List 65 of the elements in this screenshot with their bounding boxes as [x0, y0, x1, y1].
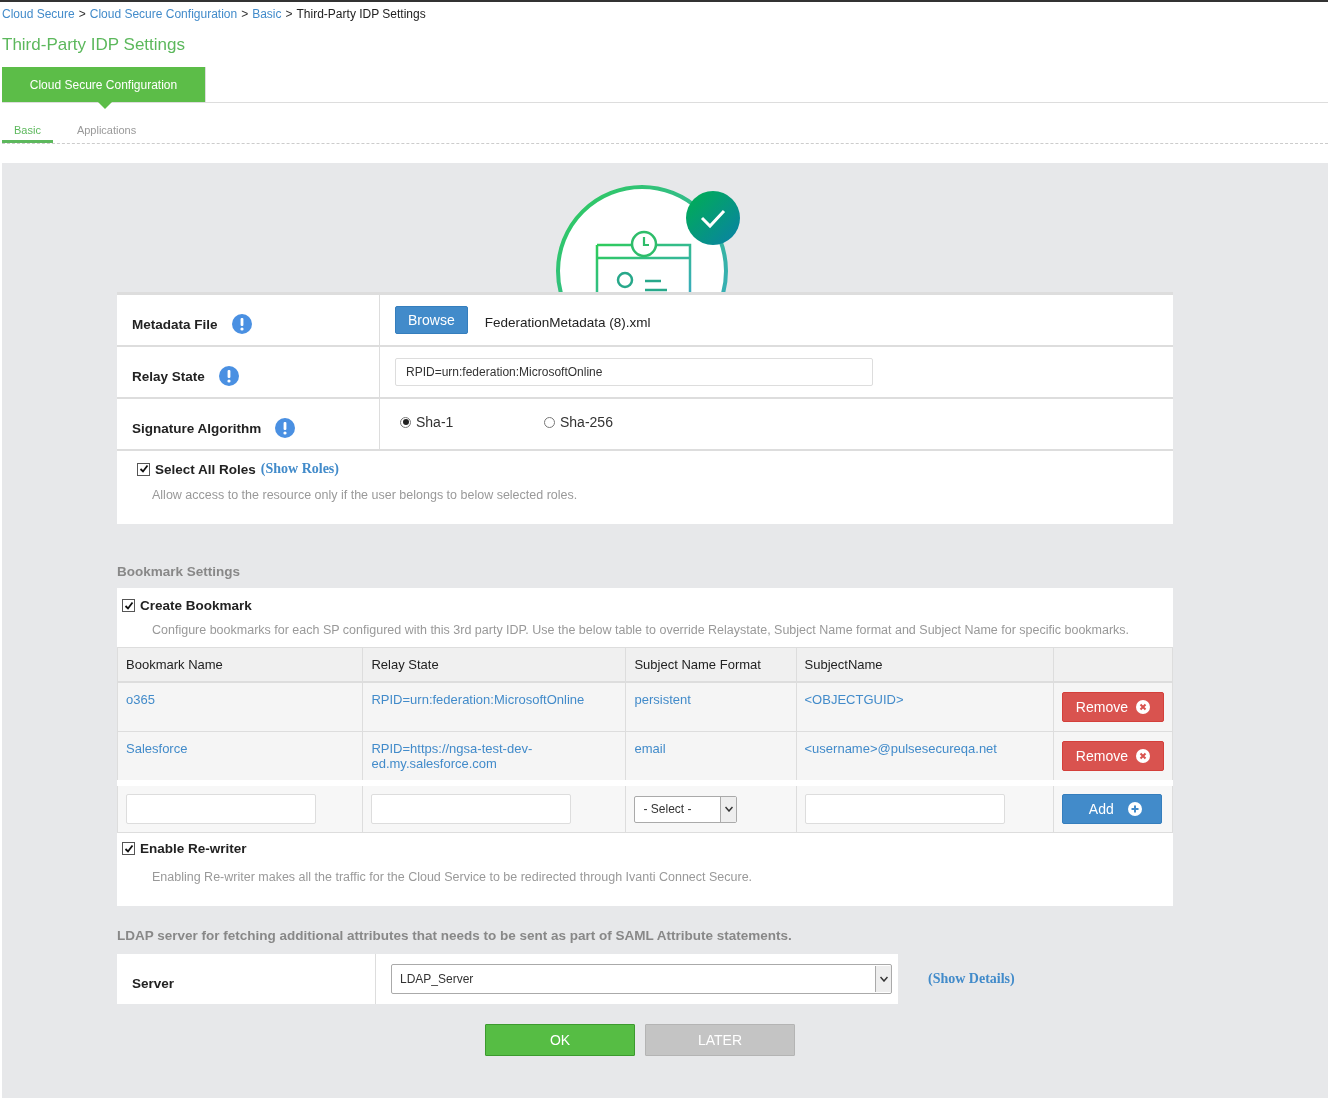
info-icon[interactable] [231, 314, 252, 334]
bookmark-name-field[interactable] [126, 794, 316, 824]
radio-label: Sha-1 [416, 414, 454, 430]
radio-label: Sha-256 [560, 414, 613, 430]
ok-button[interactable]: OK [485, 1024, 635, 1056]
breadcrumb-current: Third-Party IDP Settings [296, 7, 426, 21]
close-circle-icon [1136, 749, 1150, 763]
radio-button[interactable] [544, 416, 555, 428]
tab-pointer-icon [98, 102, 112, 109]
breadcrumb-link[interactable]: Cloud Secure [2, 7, 75, 21]
checkbox-label: Create Bookmark [140, 598, 252, 613]
description: Allow access to the resource only if the user belongs to below selected roles. [152, 487, 579, 504]
column-header: Relay State [362, 647, 626, 682]
table-cell: <OBJECTGUID> [796, 682, 1054, 732]
checkbox[interactable] [122, 842, 135, 855]
remove-button[interactable]: Remove [1061, 741, 1164, 771]
table-cell: <username>@pulsesecureqa.net [796, 731, 1054, 783]
info-icon[interactable] [275, 418, 296, 438]
relay-state-field[interactable] [371, 794, 572, 824]
column-header: Bookmark Name [117, 647, 363, 682]
column-header: Subject Name Format [625, 647, 797, 682]
column-header: SubjectName [796, 647, 1054, 682]
field-label: Signature Algorithm [132, 420, 262, 436]
field-label: Relay State [132, 368, 205, 384]
sub-tab[interactable]: Basic [2, 119, 53, 143]
breadcrumb-separator: > [241, 7, 249, 21]
subject-name-field[interactable] [804, 794, 1005, 824]
table-cell: RPID=urn:federation:MicrosoftOnline [362, 682, 626, 732]
caret-icon [724, 806, 733, 812]
tab[interactable]: Cloud Secure Configuration [2, 67, 206, 102]
section-heading: LDAP server for fetching additional attributes that needs to be sent as part of SAML Attribute statements. [117, 927, 793, 945]
relay-state-field[interactable]: RPID=urn:federation:MicrosoftOnline [395, 358, 873, 386]
plus-circle-icon [1127, 802, 1142, 816]
file-name: FederationMetadata (8).xml [484, 314, 651, 330]
close-circle-icon [1136, 700, 1150, 714]
server-dropdown[interactable]: LDAP_Server [391, 964, 892, 994]
browse-button[interactable]: Browse [395, 306, 468, 334]
checkbox[interactable] [137, 462, 150, 476]
sub-tab[interactable]: Applications [64, 119, 149, 143]
description: Configure bookmarks for each SP configured with this 3rd party IDP. Use the below table to override Relaystate, Subject Name format and Subject Name for specific bookmarks. [152, 622, 1131, 639]
radio-button[interactable] [400, 416, 411, 428]
table-cell: o365 [117, 682, 363, 732]
description: Enabling Re-writer makes all the traffic for the Cloud Service to be redirected through Ivanti Connect Secure. [152, 869, 754, 886]
breadcrumb-separator: > [285, 7, 293, 21]
info-icon[interactable] [218, 366, 239, 386]
show-roles-link[interactable]: (Show Roles) [260, 461, 339, 477]
breadcrumb-separator: > [78, 7, 86, 21]
checkbox[interactable] [122, 599, 135, 612]
checkbox-label: Enable Re-writer [140, 841, 247, 856]
checkbox-label: Select All Roles [155, 461, 256, 477]
breadcrumb-link[interactable]: Cloud Secure Configuration [89, 7, 238, 21]
table-cell: email [625, 731, 797, 783]
show-details-link[interactable]: (Show Details) [928, 971, 1015, 987]
caret-icon [879, 976, 888, 982]
table-cell: RPID=https://ngsa-test-dev-ed.my.salesforce.com [362, 731, 626, 783]
table-cell: persistent [625, 682, 797, 732]
remove-button[interactable]: Remove [1061, 692, 1164, 722]
add-button[interactable]: Add [1061, 794, 1162, 824]
section-heading: Bookmark Settings [117, 563, 242, 581]
field-label: Metadata File [132, 316, 218, 332]
page-title: Third-Party IDP Settings [1, 34, 186, 55]
subject-format-dropdown[interactable]: - Select - [634, 795, 738, 823]
field-label: Server [132, 975, 175, 991]
table-cell: Salesforce [117, 731, 363, 783]
breadcrumb-link[interactable]: Basic [252, 7, 282, 21]
